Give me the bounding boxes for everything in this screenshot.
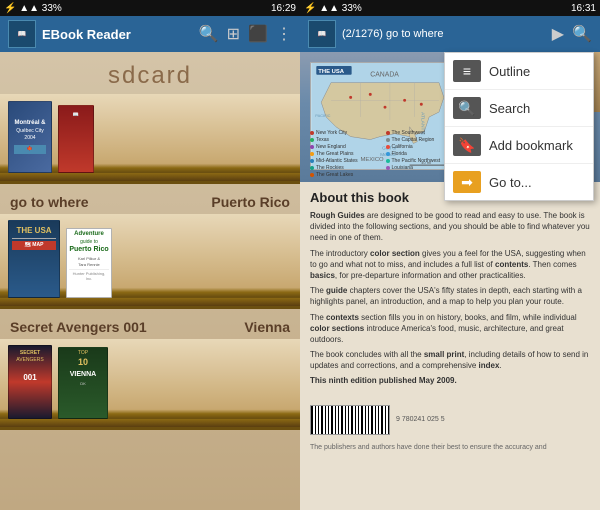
book-usa[interactable]: THE USA 🗺 MAP: [8, 220, 60, 298]
legend-greatplains: The Great Plains: [310, 151, 380, 157]
about-para-1: Rough Guides are designed to be good to …: [310, 210, 590, 244]
menu-item-goto[interactable]: ➡ Go to...: [445, 164, 593, 200]
barcode: [310, 405, 390, 435]
menu-label-outline: Outline: [489, 64, 530, 79]
app-icon-right: 📖: [308, 20, 336, 48]
legend-mid-atlantic: Mid-Atlantic States: [310, 158, 380, 164]
status-bar-right: ⚡ ▲▲ 33% 16:31: [300, 0, 600, 16]
bookmark-icon: 🔖: [453, 134, 481, 156]
shelf-area: sdcard Montréal & Québec City 2004 🍁: [0, 52, 300, 510]
book-red-travel[interactable]: 📖: [58, 105, 94, 173]
shelf-label-puertorico: Puerto Rico: [201, 186, 300, 214]
app-icon: 📖: [8, 20, 36, 48]
about-para-5: The book concludes with all the small pr…: [310, 349, 590, 371]
search-icon-right[interactable]: 🔍: [572, 24, 592, 44]
about-section: About this book Rough Guides are designe…: [300, 182, 600, 399]
grid-icon[interactable]: ⊞: [227, 24, 240, 44]
about-para-4: The contexts section fills you in on his…: [310, 312, 590, 346]
shelf-row-1: Montréal & Québec City 2004 🍁 📖: [0, 94, 300, 184]
menu-label-bookmark: Add bookmark: [489, 138, 573, 153]
status-time-right: 16:31: [571, 3, 596, 14]
left-panel: ⚡ ▲▲ 33% 16:29 📖 EBook Reader 🔍 ⊞ ⬛ ⋮ sd…: [0, 0, 300, 510]
legend-newengland: New England: [310, 144, 380, 150]
barcode-area: 9 780241 025 5: [300, 399, 600, 441]
menu-label-goto: Go to...: [489, 175, 532, 190]
status-bar-left: ⚡ ▲▲ 33% 16:29: [0, 0, 300, 16]
top-icons: 🔍 ⊞ ⬛ ⋮: [199, 24, 292, 44]
sort-icon[interactable]: ⬛: [248, 24, 268, 44]
top-bar-left: 📖 EBook Reader 🔍 ⊞ ⬛ ⋮: [0, 16, 300, 52]
shelf-label-vienna: Vienna: [234, 311, 300, 339]
book-avengers[interactable]: SECRET AVENGERS 001: [8, 345, 52, 419]
search-icon-left[interactable]: 🔍: [199, 24, 219, 44]
dropdown-menu: ≡ Outline 🔍 Search 🔖 Add bookmark ➡ Go t…: [444, 52, 594, 201]
shelf-2-labels: go to where Puerto Rico: [0, 186, 300, 214]
about-para-2: The introductory color section gives you…: [310, 248, 590, 282]
top-icons-right: ▶ 🔍: [552, 24, 592, 44]
status-time-left: 16:29: [271, 3, 296, 14]
barcode-number: 9 780241 025 5: [396, 416, 445, 423]
play-icon[interactable]: ▶: [552, 24, 564, 44]
right-panel: ⚡ ▲▲ 33% 16:31 📖 (2/1276) go to where ▶ …: [300, 0, 600, 510]
svg-text:PACIFIC: PACIFIC: [315, 113, 330, 118]
shelf-3-labels: Secret Avengers 001 Vienna: [0, 311, 300, 339]
status-signal-left: ⚡ ▲▲ 33%: [4, 3, 62, 14]
svg-text:CANADA: CANADA: [370, 72, 399, 79]
shelf-row-2: THE USA 🗺 MAP Adventure guide to Puerto …: [0, 214, 300, 309]
book-nav-title: (2/1276) go to where: [342, 28, 546, 40]
outline-icon: ≡: [453, 60, 481, 82]
legend-newyork: New York City: [310, 130, 380, 136]
menu-label-search: Search: [489, 101, 530, 116]
about-para-3: The guide chapters cover the USA's fifty…: [310, 285, 590, 307]
sdcard-label: sdcard: [0, 52, 300, 94]
book-vienna[interactable]: TOP 10 VIENNA DK: [58, 347, 108, 419]
shelf-label-avengers: Secret Avengers 001: [0, 311, 157, 339]
app-title: EBook Reader: [42, 27, 193, 42]
menu-item-bookmark[interactable]: 🔖 Add bookmark: [445, 127, 593, 164]
goto-icon: ➡: [453, 171, 481, 193]
book-montreal[interactable]: Montréal & Québec City 2004 🍁: [8, 101, 52, 173]
search-menu-icon: 🔍: [453, 97, 481, 119]
top-bar-right: 📖 (2/1276) go to where ▶ 🔍: [300, 16, 600, 52]
shelf-label-gotowave: go to where: [0, 186, 99, 214]
svg-text:THE USA: THE USA: [318, 69, 345, 75]
footer-text: The publishers and authors have done the…: [300, 441, 600, 456]
about-para-6: This ninth edition published May 2009.: [310, 375, 590, 386]
status-signal-right: ⚡ ▲▲ 33%: [304, 3, 362, 14]
menu-icon-left[interactable]: ⋮: [276, 24, 292, 44]
shelf-row-3: SECRET AVENGERS 001 TOP 10 VIENNA DK: [0, 339, 300, 430]
menu-item-search[interactable]: 🔍 Search: [445, 90, 593, 127]
legend-texas: Texas: [310, 137, 380, 143]
book-puertorico[interactable]: Adventure guide to Puerto Rico Karl Pilk…: [66, 228, 112, 298]
legend-area: New York City Texas New England The Grea…: [310, 130, 455, 178]
menu-item-outline[interactable]: ≡ Outline: [445, 53, 593, 90]
legend-greatlakes: The Great Lakes: [310, 172, 380, 178]
legend-rockies: The Rockies: [310, 165, 380, 171]
